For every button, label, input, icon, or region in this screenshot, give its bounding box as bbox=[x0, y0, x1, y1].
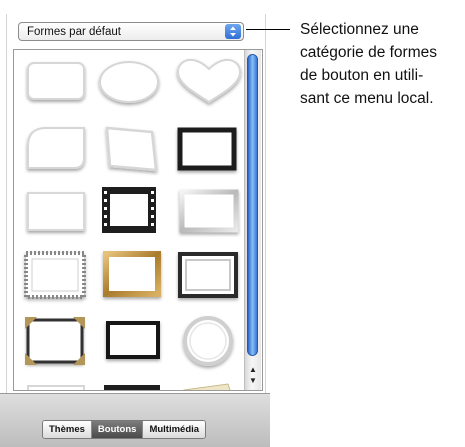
film-strip-frame[interactable] bbox=[102, 187, 156, 233]
popup-menu-label: Formes par défaut bbox=[27, 26, 121, 38]
bottom-toolbar: Thèmes Boutons Multimédia bbox=[0, 393, 270, 447]
callout-line-2: catégorie de formes bbox=[300, 44, 437, 61]
gold-frame[interactable] bbox=[103, 251, 161, 297]
callout-line-4: sant ce menu local. bbox=[300, 90, 434, 107]
callout-line-1: Sélectionnez une bbox=[300, 21, 419, 38]
thin-black-frame[interactable] bbox=[106, 321, 160, 359]
oval-shape[interactable] bbox=[99, 61, 159, 103]
up-down-arrows-icon bbox=[225, 24, 241, 39]
tilted-rect-shape[interactable] bbox=[105, 126, 158, 172]
leaf-shape[interactable] bbox=[27, 127, 85, 169]
tab-buttons[interactable]: Boutons bbox=[91, 421, 144, 438]
tab-multimedia[interactable]: Multimédia bbox=[143, 421, 206, 438]
tab-themes[interactable]: Thèmes bbox=[43, 421, 92, 438]
callout-line bbox=[246, 29, 290, 30]
shape-grid bbox=[13, 49, 263, 391]
scroll-up-arrow-icon[interactable]: ▲ bbox=[245, 364, 261, 375]
black-frame[interactable] bbox=[177, 127, 237, 171]
rounded-rect-shape[interactable] bbox=[27, 62, 85, 100]
stamp-frame[interactable] bbox=[24, 251, 86, 299]
tab-segmented-control: Thèmes Boutons Multimédia bbox=[42, 420, 207, 439]
photo-corner-frame[interactable] bbox=[25, 317, 85, 365]
circle-frame[interactable] bbox=[183, 316, 233, 366]
scrollbar-thumb[interactable] bbox=[247, 54, 258, 356]
callout-line-3: de bouton en utili- bbox=[300, 67, 424, 84]
heart-shape[interactable] bbox=[176, 58, 242, 104]
shape-category-popup-menu[interactable]: Formes par défaut bbox=[18, 22, 244, 41]
shape-grid-canvas bbox=[24, 58, 242, 390]
black-silver-frame[interactable] bbox=[178, 252, 238, 298]
vertical-scrollbar[interactable]: ▲ ▼ bbox=[244, 50, 261, 390]
scroll-down-arrow-icon[interactable]: ▼ bbox=[245, 375, 261, 386]
plain-rect-shape[interactable] bbox=[27, 192, 85, 231]
partial-shape-row bbox=[27, 383, 231, 390]
callout-text: Sélectionnez une catégorie de formes de … bbox=[300, 18, 465, 110]
silver-frame[interactable] bbox=[179, 189, 239, 233]
